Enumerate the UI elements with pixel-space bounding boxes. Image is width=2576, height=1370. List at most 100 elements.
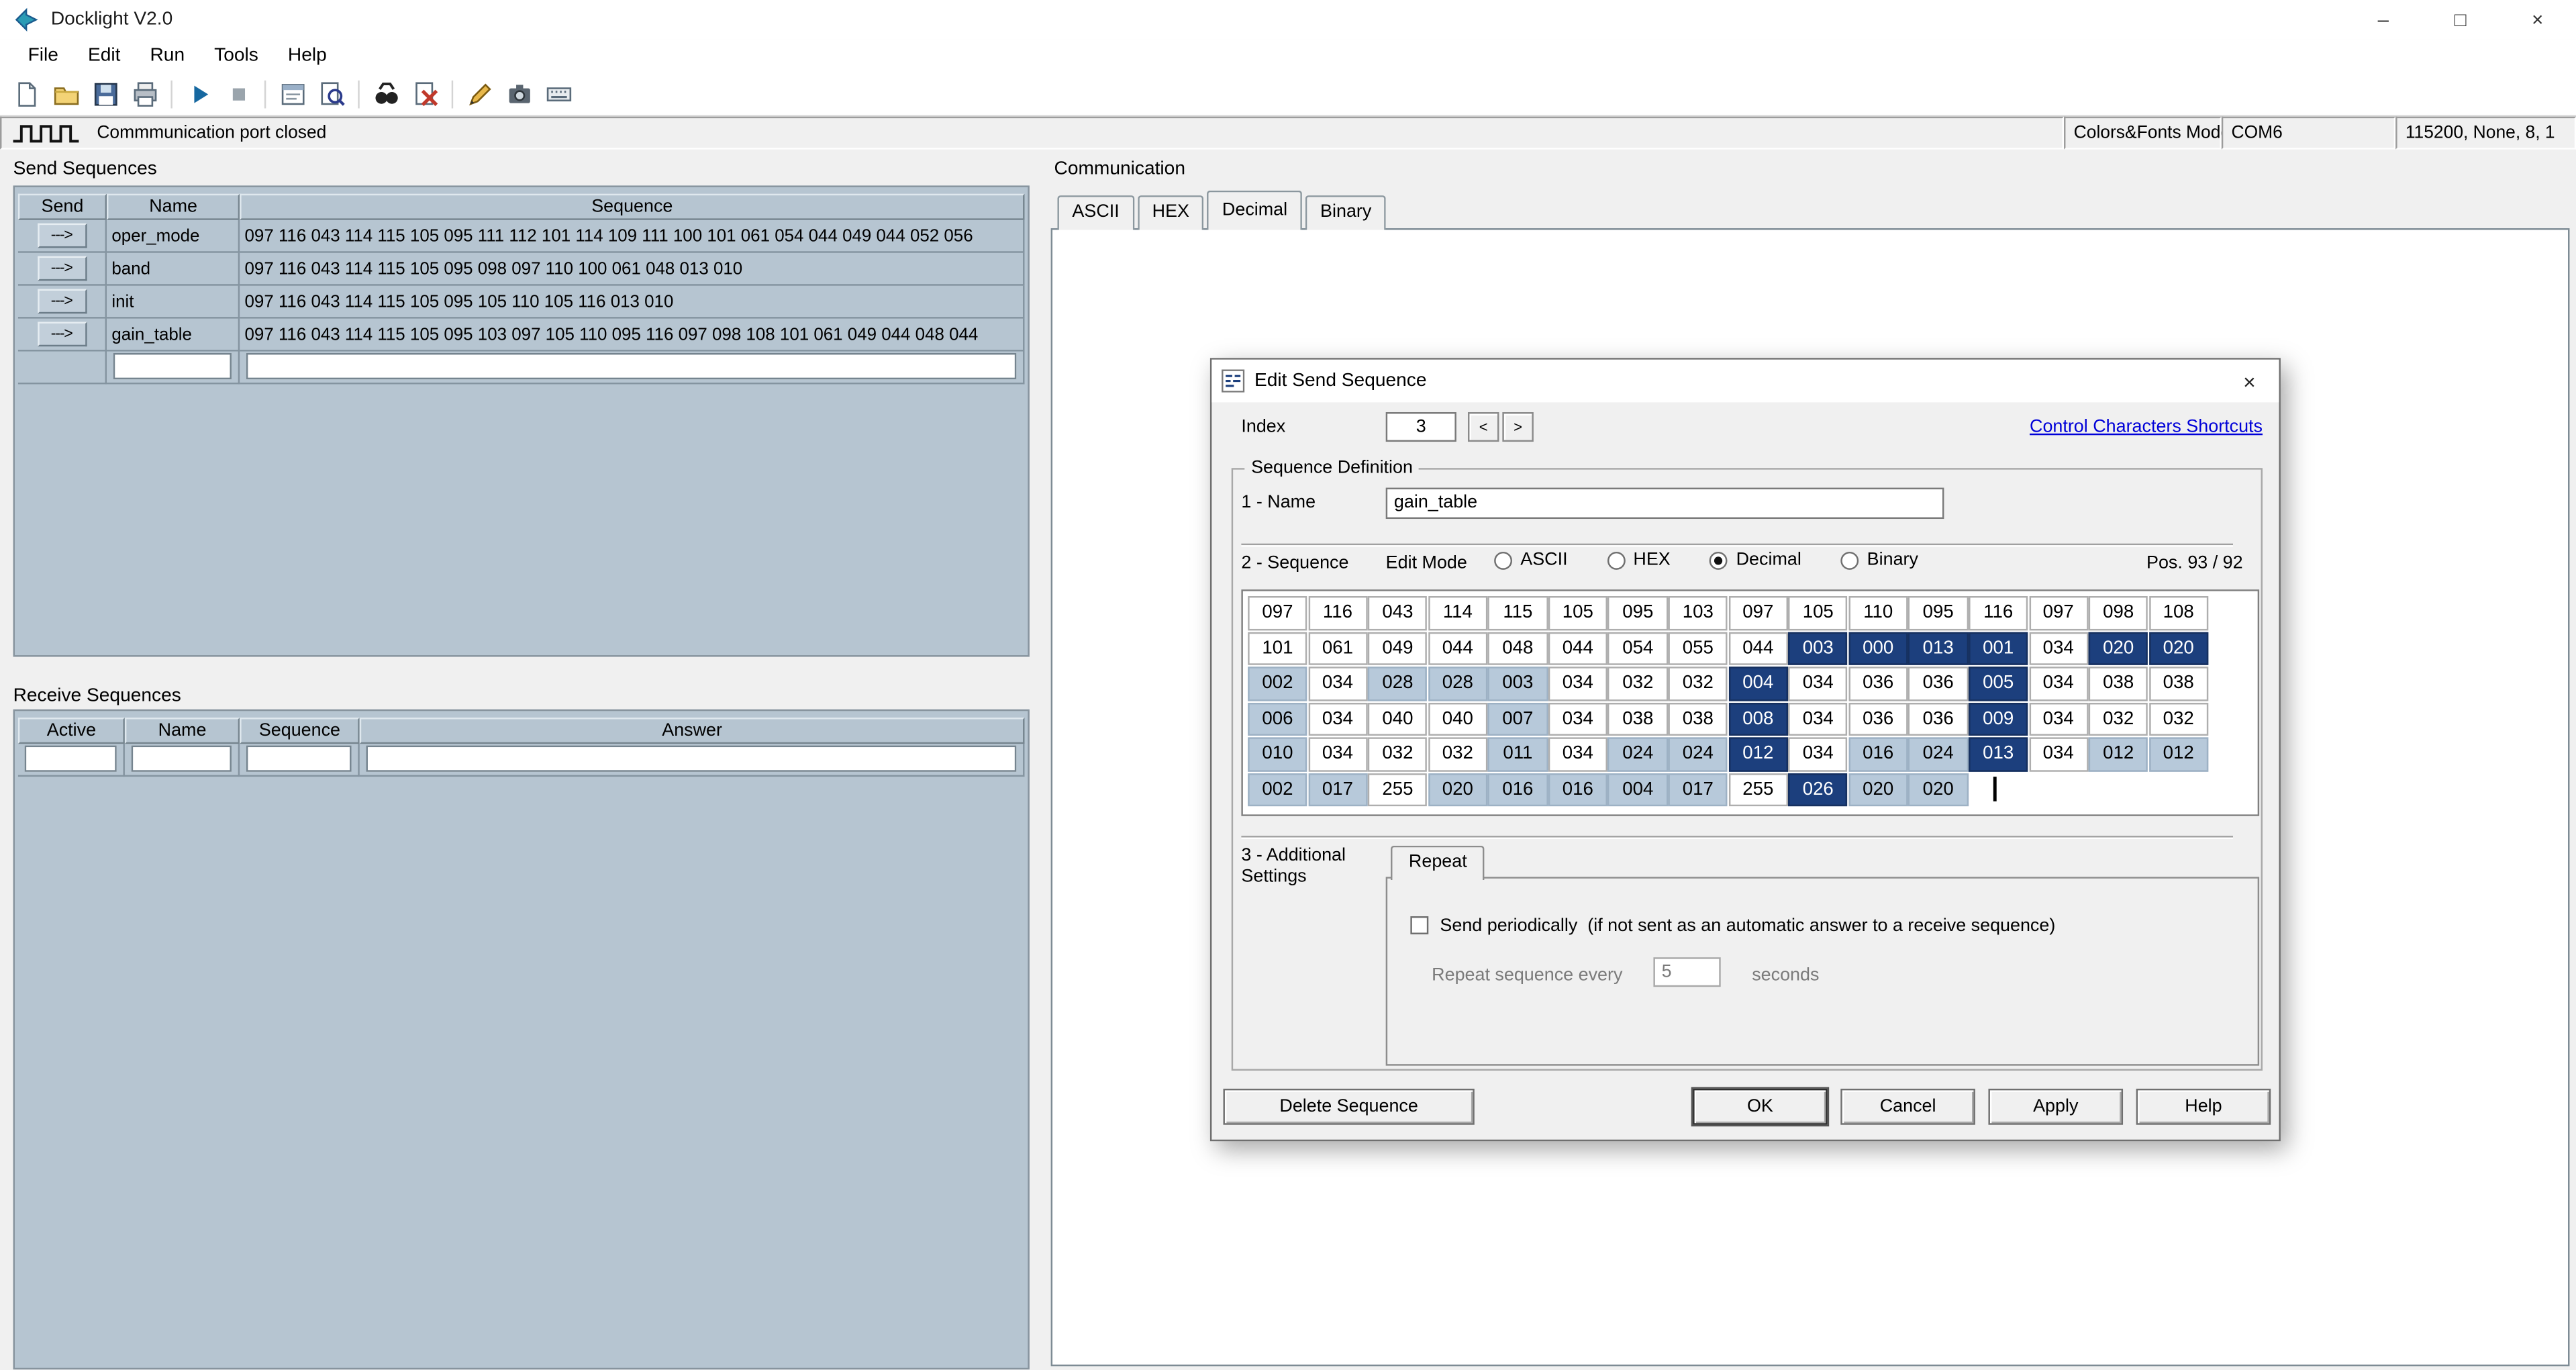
byte-cell[interactable]: 095: [1608, 596, 1668, 630]
save-file-icon[interactable]: [85, 76, 125, 112]
new-receive-input[interactable]: [132, 746, 232, 772]
byte-cell[interactable]: 026: [1789, 773, 1848, 806]
tab-ascii[interactable]: ASCII: [1057, 195, 1134, 230]
byte-cell[interactable]: 034: [1789, 667, 1848, 700]
byte-cell[interactable]: 005: [1969, 667, 2028, 700]
byte-cell[interactable]: 017: [1669, 773, 1728, 806]
byte-cell[interactable]: 012: [2148, 737, 2208, 771]
byte-cell[interactable]: 013: [1969, 737, 2028, 771]
byte-cell[interactable]: 097: [1728, 596, 1788, 630]
tab-decimal[interactable]: Decimal: [1207, 191, 1302, 230]
byte-cell[interactable]: 007: [1488, 702, 1548, 736]
byte-cell[interactable]: 108: [2148, 596, 2208, 630]
send-sequence-button[interactable]: --->: [37, 289, 86, 314]
sequence-name-cell[interactable]: oper_mode: [107, 220, 240, 253]
radio-decimal[interactable]: [1710, 551, 1728, 569]
snapshot-icon[interactable]: [499, 76, 539, 112]
tab-binary[interactable]: Binary: [1305, 195, 1386, 230]
byte-cell[interactable]: 032: [1669, 667, 1728, 700]
clear-communication-icon[interactable]: [405, 76, 445, 112]
new-receive-input[interactable]: [25, 746, 117, 772]
menu-help[interactable]: Help: [273, 40, 342, 72]
byte-cell[interactable]: 032: [2089, 702, 2148, 736]
byte-cell[interactable]: 016: [1548, 773, 1608, 806]
keyboard-console-icon[interactable]: [538, 76, 578, 112]
byte-cell[interactable]: 103: [1669, 596, 1728, 630]
find-icon[interactable]: [366, 76, 406, 112]
byte-cell[interactable]: 036: [1848, 702, 1908, 736]
byte-cell[interactable]: 020: [2148, 632, 2208, 665]
byte-cell[interactable]: 024: [1669, 737, 1728, 771]
byte-cell[interactable]: 097: [1248, 596, 1307, 630]
byte-cell[interactable]: 038: [2089, 667, 2148, 700]
byte-cell[interactable]: 036: [1848, 667, 1908, 700]
edit-mode-option-binary[interactable]: Binary: [1841, 550, 1918, 570]
menu-file[interactable]: File: [13, 40, 73, 72]
radio-binary[interactable]: [1841, 551, 1859, 569]
byte-cell[interactable]: 001: [1969, 632, 2028, 665]
byte-cell[interactable]: 004: [1728, 667, 1788, 700]
byte-cell[interactable]: 044: [1548, 632, 1608, 665]
byte-cell[interactable]: 101: [1248, 632, 1307, 665]
byte-cell[interactable]: 012: [1728, 737, 1788, 771]
byte-cell[interactable]: 095: [1908, 596, 1968, 630]
byte-cell[interactable]: 038: [1608, 702, 1668, 736]
menu-run[interactable]: Run: [135, 40, 199, 72]
send-sequence-button[interactable]: --->: [37, 256, 86, 281]
new-sequence-name-input[interactable]: [113, 353, 232, 379]
byte-cell[interactable]: 098: [2089, 596, 2148, 630]
byte-cell[interactable]: 034: [1789, 737, 1848, 771]
send-sequence-button[interactable]: --->: [37, 322, 86, 346]
delete-sequence-button[interactable]: Delete Sequence: [1223, 1089, 1474, 1125]
sequence-bytes-cell[interactable]: 097 116 043 114 115 105 095 098 097 110 …: [240, 253, 1024, 286]
byte-cell[interactable]: 044: [1428, 632, 1488, 665]
byte-cell[interactable]: 010: [1248, 737, 1307, 771]
byte-cell[interactable]: 034: [1308, 667, 1368, 700]
new-receive-input[interactable]: [246, 746, 352, 772]
name-input[interactable]: gain_table: [1386, 488, 1944, 519]
edit-mode-option-ascii[interactable]: ASCII: [1494, 550, 1567, 570]
byte-cell[interactable]: 034: [2028, 667, 2088, 700]
byte-cell[interactable]: 017: [1308, 773, 1368, 806]
byte-cell[interactable]: 044: [1728, 632, 1788, 665]
byte-cell[interactable]: 002: [1248, 667, 1307, 700]
byte-cell[interactable]: 032: [1428, 737, 1488, 771]
help-button[interactable]: Help: [2136, 1089, 2271, 1125]
byte-cell[interactable]: 034: [1548, 702, 1608, 736]
menu-edit[interactable]: Edit: [73, 40, 136, 72]
control-characters-shortcuts-link[interactable]: Control Characters Shortcuts: [2030, 417, 2263, 436]
sequence-name-cell[interactable]: band: [107, 253, 240, 286]
byte-cell[interactable]: 009: [1969, 702, 2028, 736]
byte-cell[interactable]: 038: [1669, 702, 1728, 736]
byte-cell[interactable]: 002: [1248, 773, 1307, 806]
byte-cell[interactable]: 004: [1608, 773, 1668, 806]
byte-cell[interactable]: 115: [1488, 596, 1548, 630]
byte-cell[interactable]: 032: [2148, 702, 2208, 736]
tab-repeat[interactable]: Repeat: [1391, 846, 1485, 880]
sequence-name-cell[interactable]: gain_table: [107, 319, 240, 352]
byte-cell[interactable]: 011: [1488, 737, 1548, 771]
byte-cell[interactable]: 024: [1908, 737, 1968, 771]
byte-cell[interactable]: 255: [1728, 773, 1788, 806]
byte-cell[interactable]: 003: [1488, 667, 1548, 700]
sequence-bytes-cell[interactable]: 097 116 043 114 115 105 095 103 097 105 …: [240, 319, 1024, 352]
status-com-port[interactable]: COM6: [2222, 117, 2395, 150]
byte-cell[interactable]: 036: [1908, 702, 1968, 736]
byte-cell[interactable]: 016: [1488, 773, 1548, 806]
byte-cell[interactable]: 034: [1308, 737, 1368, 771]
sequence-bytes-cell[interactable]: 097 116 043 114 115 105 095 111 112 101 …: [240, 220, 1024, 253]
close-button[interactable]: ×: [2499, 0, 2576, 40]
byte-cell[interactable]: 034: [1789, 702, 1848, 736]
byte-cell[interactable]: 028: [1368, 667, 1428, 700]
start-communication-icon[interactable]: [179, 76, 219, 112]
byte-cell[interactable]: 043: [1368, 596, 1428, 630]
byte-cell[interactable]: 034: [2028, 737, 2088, 771]
byte-cell[interactable]: 116: [1308, 596, 1368, 630]
edit-mode-option-decimal[interactable]: Decimal: [1710, 550, 1801, 570]
sequence-byte-grid[interactable]: 0971160431141151050951030971051100951160…: [1241, 589, 2259, 816]
byte-cell[interactable]: 048: [1488, 632, 1548, 665]
open-file-icon[interactable]: [46, 76, 85, 112]
status-com-params[interactable]: 115200, None, 8, 1: [2395, 117, 2576, 150]
edit-notes-icon[interactable]: [460, 76, 499, 112]
byte-cell[interactable]: 013: [1908, 632, 1968, 665]
